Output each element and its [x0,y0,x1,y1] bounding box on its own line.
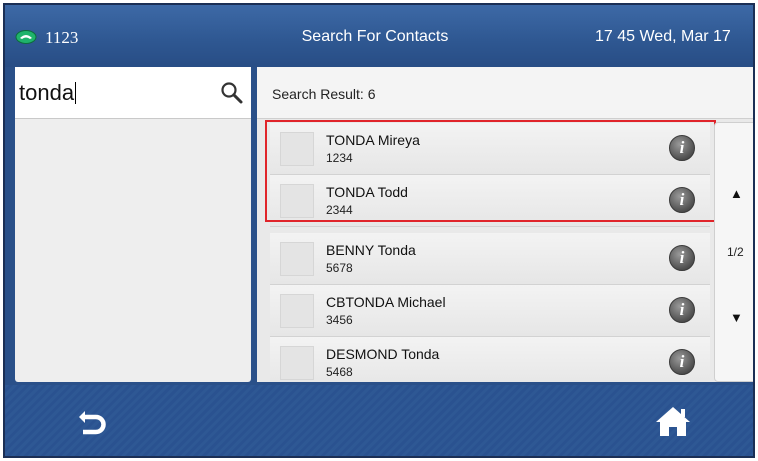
search-icon[interactable] [220,81,244,105]
contact-name: CBTONDA Michael [326,294,446,310]
home-icon[interactable] [653,403,693,439]
search-panel: tonda [15,67,251,382]
status-bar: 1123 Search For Contacts 17 45 Wed, Mar … [5,5,753,67]
results-header: Search Result: 6 [257,67,753,119]
back-icon[interactable] [75,403,111,439]
results-panel: Search Result: 6 TONDA Mireya 1234 i TON… [257,67,753,382]
contact-number: 5468 [326,365,353,379]
list-item[interactable]: DESMOND Tonda 5468 i [270,337,710,382]
page-scroller: ▲ 1/2 ▼ [714,122,753,382]
line-number: 1123 [45,28,79,47]
contact-number: 5678 [326,261,353,275]
clock: 17 45 Wed, Mar 17 [595,28,731,45]
phone-screen: 1123 Search For Contacts 17 45 Wed, Mar … [3,3,755,458]
list-item[interactable]: BENNY Tonda 5678 i [270,233,710,285]
softkey-bar [5,385,753,456]
contact-name: TONDA Mireya [326,132,420,148]
avatar [280,346,314,380]
contact-number: 3456 [326,313,353,327]
page-indicator: 1/2 [727,245,744,259]
contact-number: 2344 [326,203,353,217]
scroll-up-button[interactable]: ▲ [730,186,743,201]
avatar [280,242,314,276]
list-item[interactable]: CBTONDA Michael 3456 i [270,285,710,337]
list-item[interactable]: TONDA Mireya 1234 i [270,123,710,175]
phone-icon [15,30,37,44]
avatar [280,294,314,328]
contact-number: 1234 [326,151,353,165]
scroll-down-button[interactable]: ▼ [730,310,743,325]
info-icon[interactable]: i [669,135,695,161]
info-icon[interactable]: i [669,187,695,213]
avatar [280,184,314,218]
list-item[interactable]: TONDA Todd 2344 i [270,175,710,227]
search-input-value: tonda [19,80,77,105]
info-icon[interactable]: i [669,349,695,375]
search-input[interactable]: tonda [15,67,251,119]
contact-name: DESMOND Tonda [326,346,440,362]
info-icon[interactable]: i [669,245,695,271]
contact-name: BENNY Tonda [326,242,416,258]
contact-name: TONDA Todd [326,184,408,200]
contact-list[interactable]: TONDA Mireya 1234 i TONDA Todd 2344 i BE… [270,123,710,382]
avatar [280,132,314,166]
info-icon[interactable]: i [669,297,695,323]
search-result-count: Search Result: 6 [272,86,376,102]
page-title: Search For Contacts [301,28,449,45]
